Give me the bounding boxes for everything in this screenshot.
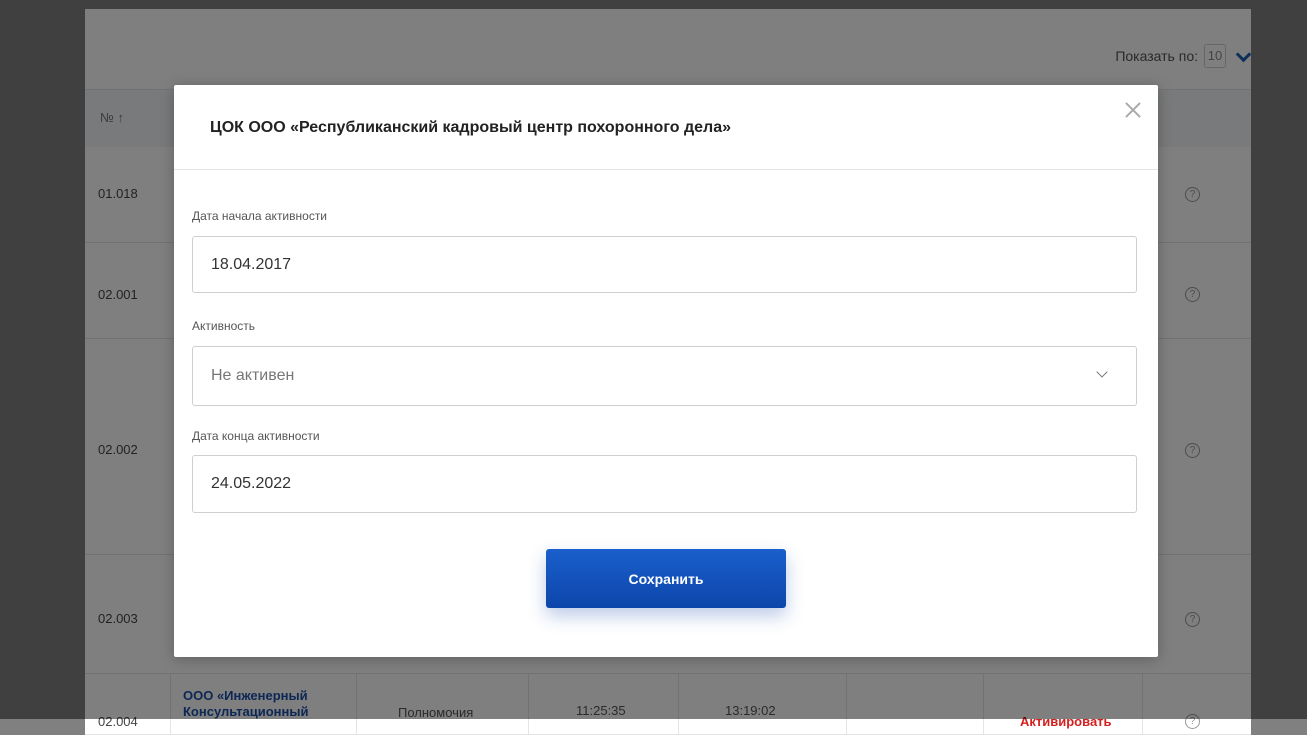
activity-value: Не активен bbox=[211, 367, 295, 384]
edit-activity-modal: ЦОК ООО «Республиканский кадровый центр … bbox=[174, 85, 1158, 657]
modal-header: ЦОК ООО «Республиканский кадровый центр … bbox=[174, 85, 1158, 170]
end-date-value: 24.05.2022 bbox=[211, 475, 292, 492]
end-date-label: Дата конца активности bbox=[192, 429, 320, 443]
end-date-field[interactable]: 24.05.2022 bbox=[192, 455, 1137, 513]
chevron-down-icon bbox=[1096, 366, 1108, 378]
close-icon[interactable] bbox=[1122, 99, 1144, 121]
modal-title: ЦОК ООО «Республиканский кадровый центр … bbox=[210, 119, 732, 136]
start-date-label: Дата начала активности bbox=[192, 209, 328, 223]
activity-select[interactable]: Не активен bbox=[192, 346, 1137, 406]
start-date-field[interactable]: 18.04.2017 bbox=[192, 236, 1137, 293]
start-date-value: 18.04.2017 bbox=[211, 255, 292, 273]
activity-label: Активность bbox=[192, 319, 256, 333]
save-button[interactable]: Сохранить bbox=[546, 549, 786, 608]
